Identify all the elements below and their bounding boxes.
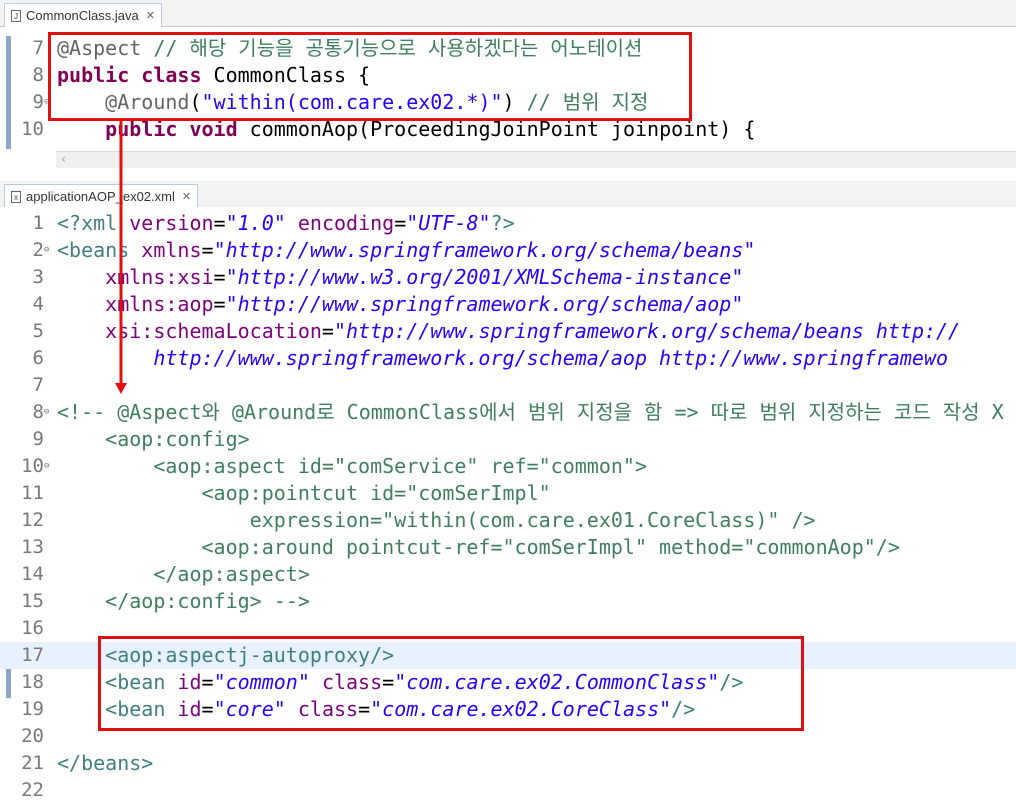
scroll-left-icon[interactable]: ‹: [60, 152, 67, 166]
line-number: 3: [32, 266, 44, 288]
code-line[interactable]: 10 ⊖ <aop:aspect id="comService" ref="com…: [0, 453, 1016, 480]
line-number: 6: [32, 347, 44, 369]
code-line[interactable]: 8 ⊖ <!-- @Aspect와 @Around로 CommonClass에서 범…: [0, 399, 1016, 426]
code-text: expression="within(com.care.ex01.CoreCla…: [57, 508, 816, 532]
code-line[interactable]: 7: [0, 372, 1016, 399]
code-line[interactable]: 15 </aop:config> -->: [0, 588, 1016, 615]
line-number: 8: [32, 64, 44, 86]
code-text: <aop:pointcut id="comSerImpl": [57, 481, 551, 505]
code-line[interactable]: 5 xsi:schemaLocation="http://www.springf…: [0, 318, 1016, 345]
tab-commonclass-java[interactable]: J CommonClass.java ✕: [4, 3, 162, 27]
tab-applicationaop-xml[interactable]: x applicationAOP_ex02.xml ✕: [4, 184, 199, 208]
code-line[interactable]: 13 <aop:around pointcut-ref="comSerImpl"…: [0, 534, 1016, 561]
line-number: 22: [21, 779, 44, 801]
line-number: 5: [32, 320, 44, 342]
fold-icon[interactable]: ⊖: [44, 408, 49, 417]
line-number: 18: [21, 671, 44, 693]
close-icon[interactable]: ✕: [146, 9, 155, 22]
code-text: xsi:schemaLocation="http://www.springfra…: [105, 319, 961, 343]
line-number: 10: [21, 455, 44, 477]
code-line[interactable]: 22: [0, 777, 1016, 804]
code-line[interactable]: 12 expression="within(com.care.ex01.Core…: [0, 507, 1016, 534]
code-line[interactable]: 4 xmlns:aop="http://www.springframework.…: [0, 291, 1016, 318]
xml-file-icon: x: [11, 190, 21, 203]
code-text: <?xml version="1.0" encoding="UTF-8"?>: [57, 211, 515, 235]
code-text: <aop:around pointcut-ref="comSerImpl" me…: [57, 535, 900, 559]
code-text: http://www.springframework.org/schema/ao…: [153, 346, 949, 370]
line-number: 7: [32, 37, 44, 59]
java-tab-bar: J CommonClass.java ✕: [0, 0, 1016, 27]
xml-highlight-box: [98, 636, 804, 731]
code-line[interactable]: 21 </beans>: [0, 750, 1016, 777]
code-text: xmlns:xsi="http://www.w3.org/2001/XMLSch…: [105, 265, 744, 289]
line-number: 14: [21, 563, 44, 585]
code-text: <aop:config>: [57, 427, 250, 451]
code-line[interactable]: 9 <aop:config>: [0, 426, 1016, 453]
line-number: 11: [21, 482, 44, 504]
line-number: 17: [21, 644, 44, 666]
code-line[interactable]: 1 <?xml version="1.0" encoding="UTF-8"?>: [0, 210, 1016, 237]
code-line[interactable]: 14 </aop:aspect>: [0, 561, 1016, 588]
line-number: 19: [21, 698, 44, 720]
line-number: 15: [21, 590, 44, 612]
line-number: 16: [21, 617, 44, 639]
line-number: 12: [21, 509, 44, 531]
code-text: </aop:config> -->: [57, 589, 310, 613]
close-icon[interactable]: ✕: [182, 190, 191, 203]
line-number: 10: [21, 118, 44, 140]
line-number: 9: [32, 91, 44, 113]
tab-title: CommonClass.java: [26, 8, 139, 23]
code-text: </beans>: [57, 751, 154, 775]
xml-tab-bar: x applicationAOP_ex02.xml ✕: [0, 181, 1016, 208]
code-line[interactable]: 6 http://www.springframework.org/schema/…: [0, 345, 1016, 372]
line-number: 9: [32, 428, 44, 450]
code-text: </aop:aspect>: [57, 562, 310, 586]
line-number: 7: [32, 374, 44, 396]
fold-icon[interactable]: ⊖: [44, 246, 49, 255]
line-number: 20: [21, 725, 44, 747]
code-text: xmlns:aop="http://www.springframework.or…: [105, 292, 744, 316]
code-line[interactable]: 11 <aop:pointcut id="comSerImpl": [0, 480, 1016, 507]
line-number: 21: [21, 752, 44, 774]
line-number: 2: [32, 239, 44, 261]
line-number: 13: [21, 536, 44, 558]
line-number: 8: [32, 401, 44, 423]
line-number: 4: [32, 293, 44, 315]
code-text: <aop:aspect id="comService" ref="common"…: [57, 454, 648, 478]
code-text: <!-- @Aspect와 @Around로 CommonClass에서 범위 …: [57, 400, 1004, 424]
java-highlight-box: [48, 32, 692, 121]
fold-icon[interactable]: ⊖: [44, 462, 49, 471]
horizontal-scrollbar[interactable]: ‹: [56, 151, 1016, 168]
code-line[interactable]: 2 ⊖ <beans xmlns="http://www.springframewo…: [0, 237, 1016, 264]
code-line[interactable]: 3 xmlns:xsi="http://www.w3.org/2001/XMLS…: [0, 264, 1016, 291]
code-text: <beans xmlns="http://www.springframework…: [57, 238, 756, 262]
line-number: 1: [32, 212, 44, 234]
tab-title: applicationAOP_ex02.xml: [26, 189, 175, 204]
java-file-icon: J: [11, 9, 21, 22]
